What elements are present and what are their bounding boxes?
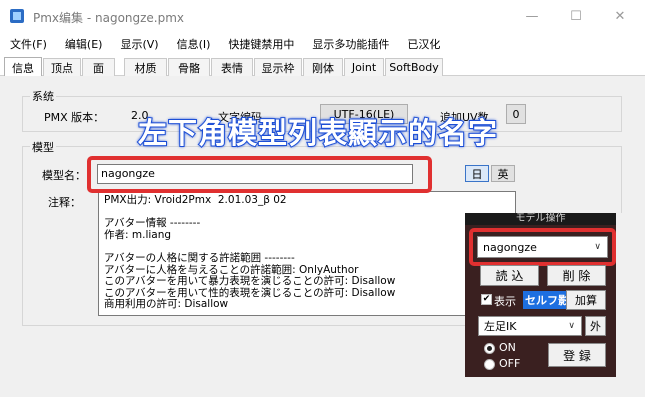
model-list-highlight: [469, 228, 616, 266]
menu-plugins[interactable]: 显示多功能插件: [312, 36, 389, 52]
lang-en-button[interactable]: 英: [491, 165, 515, 182]
tab-display-frame[interactable]: 显示枠: [254, 58, 302, 76]
tab-joint[interactable]: Joint: [344, 58, 384, 76]
load-button[interactable]: 読 込: [480, 265, 539, 286]
close-button[interactable]: ✕: [600, 0, 640, 32]
title-bar: Pmx编集 - nagongze.pmx — ☐ ✕: [0, 0, 645, 32]
ik-select[interactable]: 左足IK ∨: [478, 316, 582, 336]
window-edge: [616, 213, 645, 397]
tab-bone[interactable]: 骨骼: [168, 58, 210, 76]
comment-line: このアバターを用いて暴力表現を演じることの許可: Disallow: [104, 275, 396, 288]
menu-info[interactable]: 信息(I): [177, 36, 211, 52]
off-radio[interactable]: [484, 359, 495, 370]
append-uv-value[interactable]: 0: [506, 104, 526, 124]
comment-line: アバターの人格に関する許諾範囲 --------: [104, 251, 295, 264]
self-shadow-toggle[interactable]: セルフ影: [523, 291, 571, 309]
on-radio-label: ON: [499, 341, 516, 354]
comment-line: PMX出力: Vroid2Pmx 2.01.03_β 02: [104, 194, 287, 206]
menu-shortcut-disabled[interactable]: 快捷键禁用中: [228, 36, 294, 52]
pmx-version-label: PMX 版本：: [44, 111, 105, 124]
model-name-highlight: [87, 156, 432, 193]
tab-info[interactable]: 信息: [4, 57, 42, 77]
comment-label: 注释：: [48, 196, 81, 209]
menu-view[interactable]: 显示(V): [120, 36, 158, 52]
tab-face[interactable]: 面: [82, 58, 115, 76]
model-operation-header: モデル操作: [465, 213, 616, 225]
model-name-label: 模型名：: [42, 169, 86, 182]
outer-button[interactable]: 外: [585, 316, 606, 336]
system-group-title: 系统: [30, 88, 56, 104]
window-title: Pmx编集 - nagongze.pmx: [33, 11, 185, 25]
menu-bar: 文件(F) 编辑(E) 显示(V) 信息(I) 快捷键禁用中 显示多功能插件 已…: [0, 33, 645, 55]
delete-button[interactable]: 削 除: [547, 265, 606, 286]
lang-jp-button[interactable]: 日: [465, 165, 489, 182]
minimize-button[interactable]: —: [512, 0, 552, 32]
maximize-button[interactable]: ☐: [556, 0, 596, 32]
tab-morph[interactable]: 表情: [211, 58, 253, 76]
app-icon: [10, 9, 24, 23]
register-button[interactable]: 登 録: [548, 343, 606, 367]
add-button[interactable]: 加算: [566, 290, 606, 310]
off-radio-label: OFF: [499, 357, 521, 370]
comment-textarea[interactable]: PMX出力: Vroid2Pmx 2.01.03_β 02 アバター情報 ---…: [98, 191, 516, 316]
show-checkbox-label: 表示: [494, 295, 516, 308]
menu-localized[interactable]: 已汉化: [407, 36, 440, 52]
tab-material[interactable]: 材质: [124, 58, 167, 76]
ik-selected: 左足IK: [484, 320, 517, 333]
tab-vertex[interactable]: 顶点: [43, 58, 81, 76]
comment-line: 商用利用の許可: Disallow: [104, 298, 229, 311]
menu-file[interactable]: 文件(F): [10, 36, 47, 52]
on-radio[interactable]: [484, 343, 495, 354]
model-group-title: 模型: [30, 139, 56, 155]
tab-rigidbody[interactable]: 刚体: [303, 58, 343, 76]
menu-edit[interactable]: 编辑(E): [65, 36, 103, 52]
tab-softbody[interactable]: SoftBody: [385, 58, 443, 76]
comment-line: 作者: m.liang: [104, 228, 172, 241]
show-checkbox[interactable]: ✔: [481, 294, 492, 305]
tab-bar: 信息 顶点 面 材质 骨骼 表情 显示枠 刚体 Joint SoftBody: [0, 57, 645, 77]
annotation-caption: 左下角模型列表顯示的名字: [137, 115, 499, 151]
chevron-down-icon: ∨: [568, 321, 575, 331]
